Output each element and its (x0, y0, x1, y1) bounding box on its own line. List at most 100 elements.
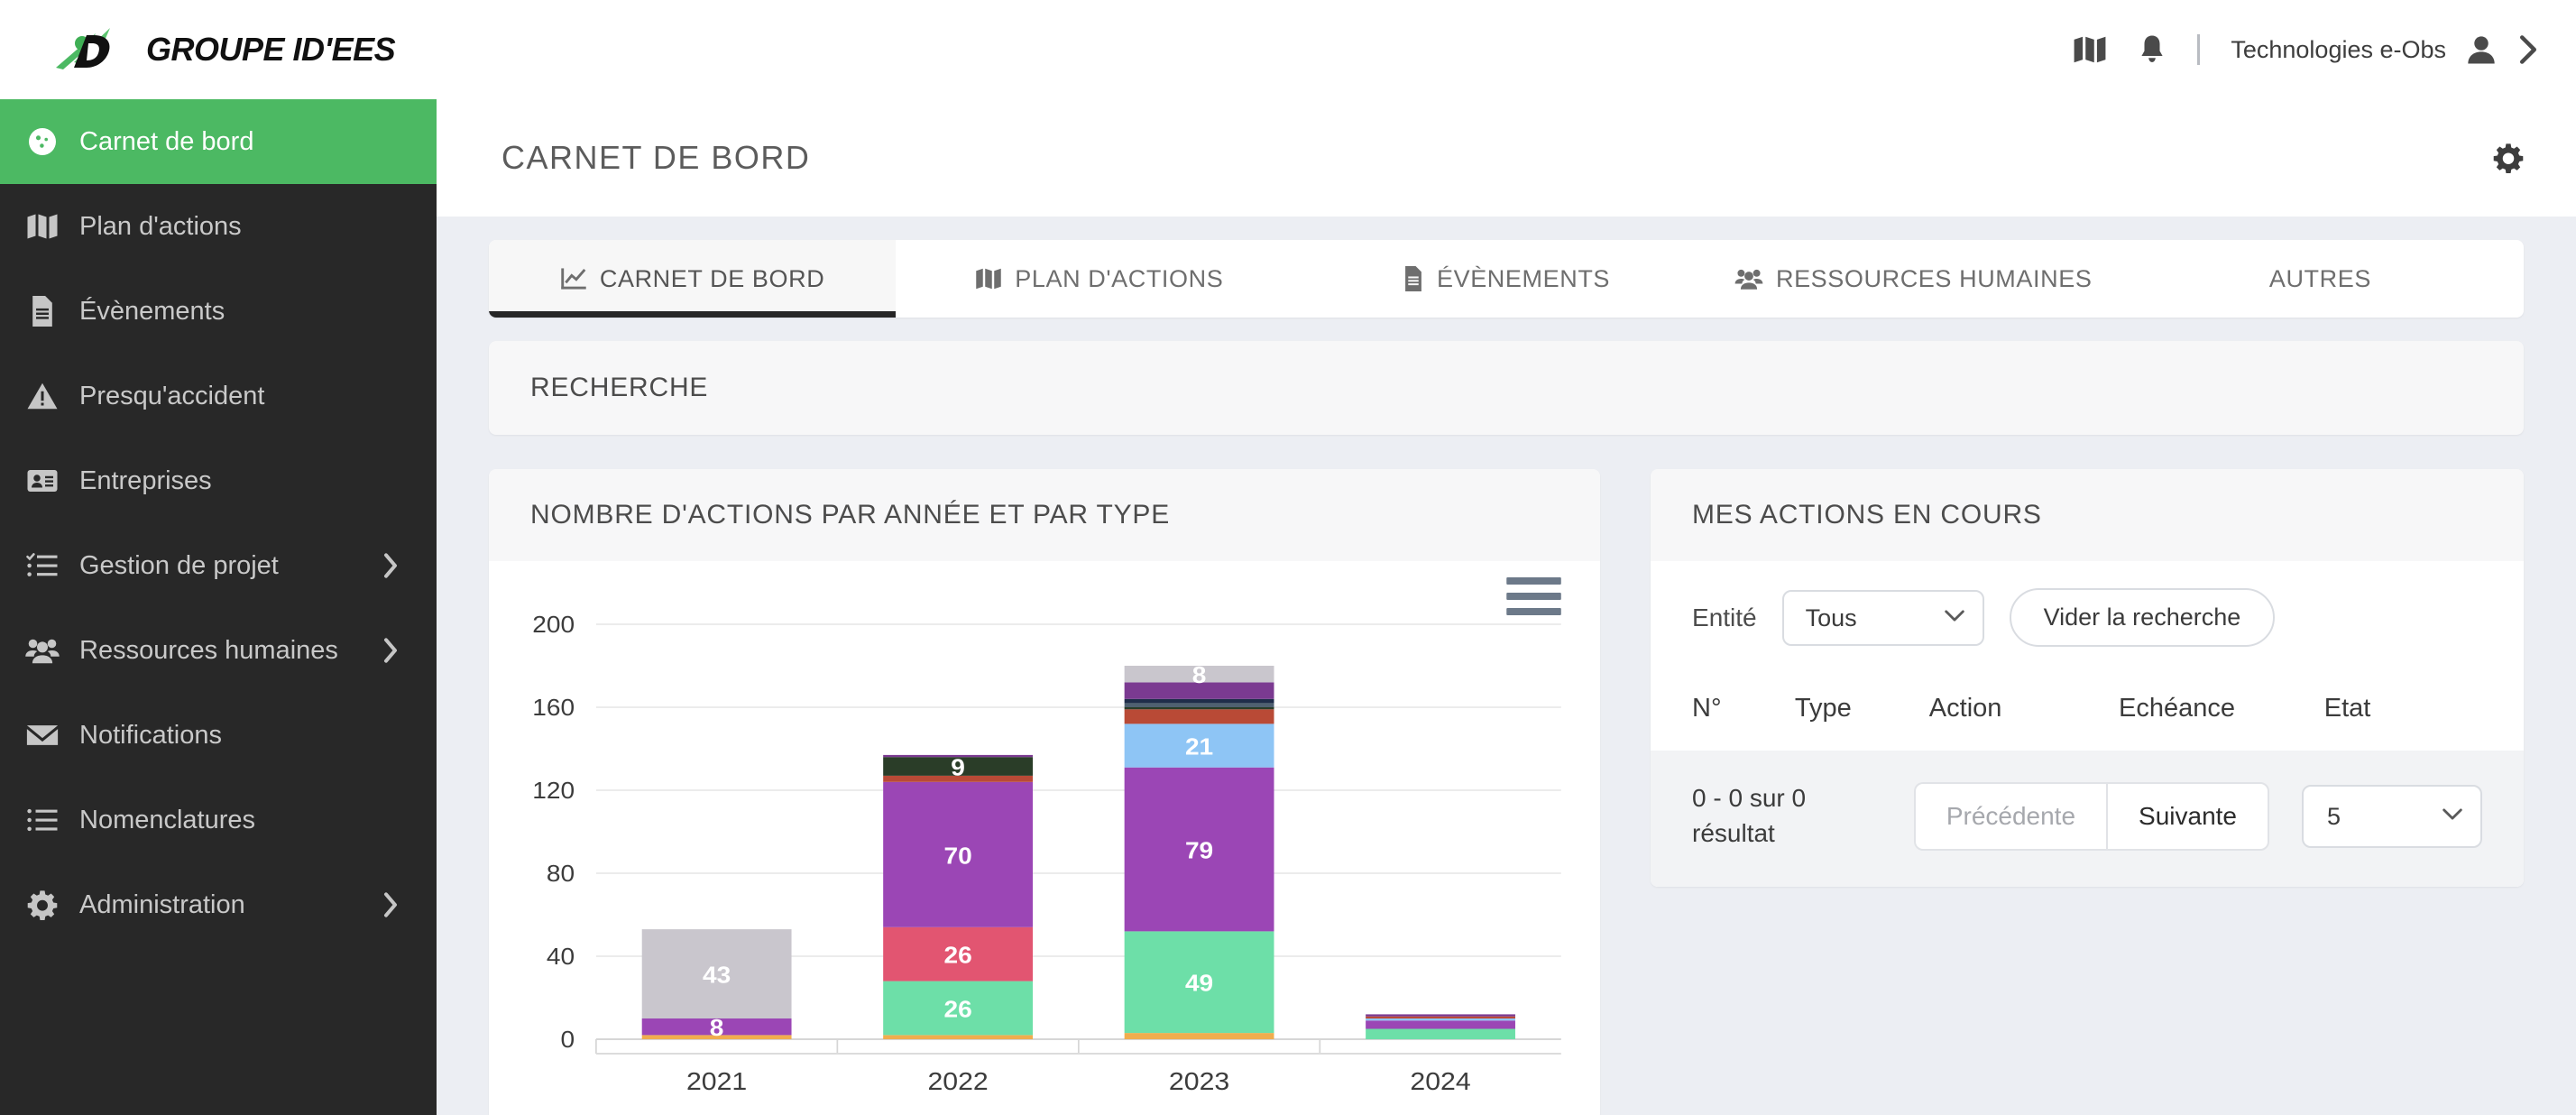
y-axis-tick-label: 40 (547, 944, 575, 970)
sidebar-item-label: Gestion de projet (79, 550, 279, 580)
entity-label: Entité (1692, 603, 1757, 631)
chevron-right-icon[interactable] (381, 637, 400, 664)
tab-carnet-de-bord[interactable]: CARNET DE BORD (489, 240, 897, 318)
bar-segment[interactable] (1124, 709, 1274, 724)
clear-search-button[interactable]: Vider la recherche (2009, 588, 2276, 647)
page-header: CARNET DE BORD (437, 99, 2576, 217)
gear-icon[interactable] (2493, 143, 2524, 173)
tab-ressources-humaines[interactable]: RESSOURCES HUMAINES (1710, 240, 2117, 318)
map-icon (975, 267, 1002, 290)
bar-value-label: 26 (943, 943, 971, 969)
page-size-select-wrap: 5 (2302, 784, 2482, 848)
user-menu[interactable]: Technologies e-Obs (2231, 34, 2540, 65)
sidebar-item-label: Notifications (79, 720, 222, 750)
bar-segment[interactable] (1124, 1033, 1274, 1039)
user-icon[interactable] (2466, 34, 2497, 65)
task-list-icon (22, 552, 63, 579)
sidebar-item-entreprises[interactable]: Entreprises (0, 438, 437, 523)
sidebar-item-notifications[interactable]: Notifications (0, 693, 437, 778)
x-axis-category-label: 2024 (1410, 1068, 1470, 1096)
previous-page-button[interactable]: Précédente (1913, 781, 2107, 851)
table-header-row: N° Type Action Echéance Etat (1692, 677, 2482, 751)
bar-segment[interactable] (1366, 1020, 1515, 1029)
chart-title: NOMBRE D'ACTIONS PAR ANNÉE ET PAR TYPE (489, 469, 1601, 561)
tab-bar: CARNET DE BORD PLAN D'ACTIONS ÉVÈNEMENTS… (489, 240, 2524, 318)
page-size-select[interactable]: 5 (2302, 784, 2482, 848)
brand-name: GROUPE ID'EES (146, 31, 396, 68)
dashboard-columns: NOMBRE D'ACTIONS PAR ANNÉE ET PAR TYPE 0… (489, 469, 2524, 1115)
y-axis-tick-label: 160 (532, 695, 575, 721)
chevron-right-icon[interactable] (381, 891, 400, 918)
tab-label: ÉVÈNEMENTS (1436, 264, 1611, 292)
chart-card: NOMBRE D'ACTIONS PAR ANNÉE ET PAR TYPE 0… (489, 469, 1601, 1115)
chevron-right-icon[interactable] (2516, 34, 2540, 65)
bar-segment[interactable] (1124, 707, 1274, 710)
actions-filter-row: Entité Tous Vider la recherche (1651, 561, 2524, 677)
people-icon (22, 637, 63, 664)
sidebar-item-plan-d-actions[interactable]: Plan d'actions (0, 184, 437, 269)
warning-icon (22, 382, 63, 410)
sidebar-item-label: Presqu'accident (79, 381, 265, 410)
mes-actions-card: MES ACTIONS EN COURS Entité Tous Vider l… (1651, 469, 2524, 888)
actions-table: N° Type Action Echéance Etat (1692, 677, 2482, 751)
bar-value-label: 79 (1185, 837, 1213, 863)
dashboard-icon (22, 125, 63, 158)
bar-segment[interactable] (883, 1035, 1034, 1039)
top-bar-right: Technologies e-Obs (2073, 34, 2540, 65)
sidebar-item-label: Entreprises (79, 465, 212, 495)
map-icon[interactable] (2073, 35, 2107, 64)
tab-label: AUTRES (2268, 264, 2371, 292)
bar-value-label: 8 (710, 1015, 724, 1041)
bar-value-label: 26 (943, 996, 971, 1022)
sidebar-item-presqu-accident[interactable]: Presqu'accident (0, 354, 437, 438)
document-icon (22, 296, 63, 327)
bell-icon[interactable] (2138, 34, 2167, 65)
sidebar-item-administration[interactable]: Administration (0, 862, 437, 947)
sidebar-item-label: Administration (79, 889, 245, 919)
tab-autres[interactable]: AUTRES (2117, 240, 2524, 318)
column-header-type: Type (1794, 694, 1852, 723)
actions-title: MES ACTIONS EN COURS (1651, 469, 2524, 561)
actions-column: MES ACTIONS EN COURS Entité Tous Vider l… (1651, 469, 2524, 1115)
hamburger-menu-icon[interactable] (1506, 577, 1561, 615)
stacked-bar-chart: 0 40 80 120 160 200 8 43 2021 26 26 70 9 2022 49 79 21 8 2… (532, 577, 1561, 1096)
sidebar-item-gestion-de-projet[interactable]: Gestion de projet (0, 523, 437, 608)
sidebar-item-carnet-de-bord[interactable]: Carnet de bord (0, 99, 437, 184)
brand[interactable]: GROUPE ID'EES (54, 23, 396, 77)
bar-segment[interactable] (883, 754, 1034, 758)
sidebar-item-evenements[interactable]: Évènements (0, 269, 437, 354)
bar-segment[interactable] (1124, 703, 1274, 707)
divider (2197, 34, 2201, 65)
sidebar-item-label: Carnet de bord (79, 126, 254, 156)
recherche-title: RECHERCHE (489, 373, 750, 403)
document-icon (1403, 266, 1424, 291)
bar-segment[interactable] (1366, 1028, 1515, 1040)
tab-label: PLAN D'ACTIONS (1015, 264, 1224, 292)
bar-value-label: 9 (951, 754, 965, 780)
idees-logo-icon (56, 28, 110, 69)
next-page-button[interactable]: Suivante (2106, 781, 2269, 851)
tab-plan-d-actions[interactable]: PLAN D'ACTIONS (896, 240, 1302, 318)
sidebar-item-label: Nomenclatures (79, 805, 256, 834)
bar-segment[interactable] (1124, 698, 1274, 704)
entity-select[interactable]: Tous (1781, 589, 1984, 646)
tab-label: CARNET DE BORD (599, 264, 825, 292)
bar-segment[interactable] (1366, 1016, 1515, 1018)
bar-segment[interactable] (1366, 1014, 1515, 1017)
recherche-panel[interactable]: RECHERCHE (489, 341, 2524, 435)
bar-segment[interactable] (1366, 1018, 1515, 1021)
tab-label: RESSOURCES HUMAINES (1775, 264, 2093, 292)
tab-evenements[interactable]: ÉVÈNEMENTS (1302, 240, 1709, 318)
bar-value-label: 43 (703, 962, 731, 988)
id-card-icon (22, 468, 63, 493)
result-count: 0 - 0 sur 0 résultat (1692, 784, 1807, 847)
chevron-right-icon[interactable] (381, 552, 400, 579)
bar-value-label: 49 (1185, 971, 1213, 997)
content-area: CARNET DE BORD PLAN D'ACTIONS ÉVÈNEMENTS… (437, 217, 2576, 1115)
y-axis-tick-label: 0 (560, 1027, 575, 1053)
sidebar-item-ressources-humaines[interactable]: Ressources humaines (0, 608, 437, 693)
envelope-icon (22, 723, 63, 748)
sidebar-item-nomenclatures[interactable]: Nomenclatures (0, 778, 437, 862)
y-axis-tick-label: 80 (547, 861, 575, 887)
page-title: CARNET DE BORD (501, 139, 811, 176)
